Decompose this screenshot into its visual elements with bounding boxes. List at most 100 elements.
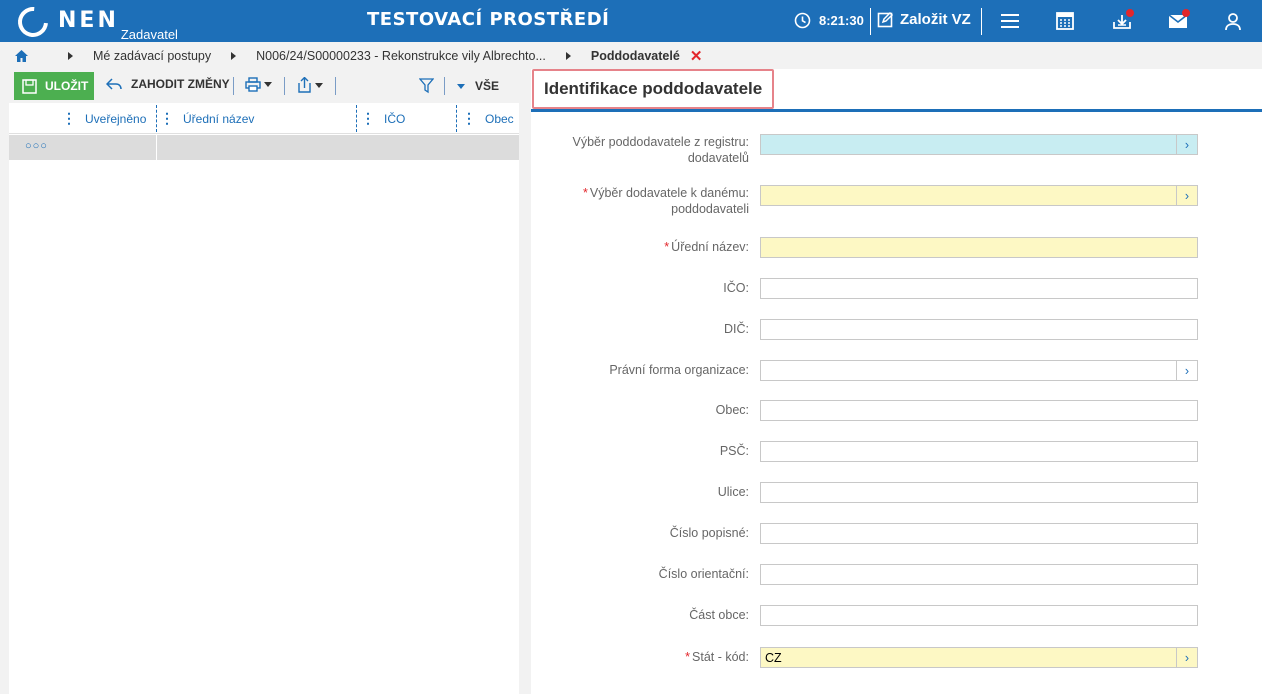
clock-icon xyxy=(794,12,811,29)
municipality-input[interactable] xyxy=(760,400,1198,421)
column-label: IČO xyxy=(384,111,406,126)
field-label: Ulice: xyxy=(717,485,749,499)
column-menu-icon[interactable]: ⋮ xyxy=(62,110,76,127)
section-underline xyxy=(531,109,1262,112)
field-label: Část obce: xyxy=(689,608,749,622)
nen-logo[interactable]: NEN Zadavatel xyxy=(11,0,178,44)
column-header-published[interactable]: ⋮ Uveřejněno xyxy=(62,103,146,134)
column-divider[interactable] xyxy=(356,105,357,132)
header-divider xyxy=(870,8,871,35)
street-input[interactable] xyxy=(760,482,1198,503)
breadcrumb-item[interactable]: N006/24/S00000233 - Rekonstrukce vily Al… xyxy=(256,49,546,63)
logo-ring-icon xyxy=(11,0,55,44)
environment-title: TESTOVACÍ PROSTŘEDÍ xyxy=(367,9,610,30)
column-menu-icon[interactable]: ⋮ xyxy=(361,110,375,127)
grid-filter-row[interactable]: ○○○ xyxy=(9,135,519,160)
save-button[interactable]: ULOŽIT xyxy=(14,72,94,100)
column-header-municipality[interactable]: ⋮ Obec xyxy=(462,103,514,134)
subcontractor-list-panel: ULOŽIT ZAHODIT ZMĚNY VŠE ⋮ Uveřejněno ⋮ … xyxy=(9,69,519,694)
toolbar-divider xyxy=(335,77,336,95)
column-header-ico[interactable]: ⋮ IČO xyxy=(361,103,405,134)
field-label: * Výběr dodavatele k danému: poddodavatel… xyxy=(582,186,749,216)
filter-icon[interactable] xyxy=(419,78,434,94)
house-number-input[interactable] xyxy=(760,523,1198,544)
close-tab-icon[interactable]: ✕ xyxy=(690,47,703,65)
menu-icon[interactable] xyxy=(999,11,1021,31)
field-label: Právní forma organizace: xyxy=(609,363,749,377)
orientation-number-input[interactable] xyxy=(760,564,1198,585)
chevron-down-icon xyxy=(264,82,272,87)
toolbar-divider xyxy=(444,77,445,95)
breadcrumb-separator-icon xyxy=(231,51,237,60)
column-divider xyxy=(156,135,157,160)
discard-changes-button[interactable]: ZAHODIT ZMĚNY xyxy=(106,77,230,91)
column-header-official-name[interactable]: ⋮ Úřední název xyxy=(160,103,254,134)
column-divider[interactable] xyxy=(156,105,157,132)
column-divider[interactable] xyxy=(456,105,457,132)
required-marker: * xyxy=(685,650,691,664)
filter-scope-label: VŠE xyxy=(475,79,500,93)
home-icon[interactable] xyxy=(15,49,28,62)
messages-button[interactable] xyxy=(1167,9,1190,31)
column-menu-icon[interactable]: ⋮ xyxy=(160,110,174,127)
filter-scope-dropdown[interactable]: VŠE xyxy=(457,79,499,93)
breadcrumb-item[interactable]: Mé zadávací postupy xyxy=(93,49,211,63)
save-label: ULOŽIT xyxy=(45,79,89,93)
chevron-down-icon xyxy=(457,83,465,89)
print-menu-button[interactable] xyxy=(245,77,272,92)
dic-input[interactable] xyxy=(760,319,1198,340)
breadcrumb-separator-icon xyxy=(68,51,73,60)
chevron-right-icon[interactable]: › xyxy=(1176,361,1197,380)
official-name-input[interactable] xyxy=(760,237,1198,258)
user-icon[interactable] xyxy=(1222,11,1244,31)
notification-dot xyxy=(1182,9,1190,17)
supplier-picker[interactable]: › xyxy=(760,185,1198,206)
breadcrumb-current: Poddodavatelé xyxy=(590,48,680,63)
field-label: Obec: xyxy=(715,403,749,417)
column-menu-icon[interactable]: ⋮ xyxy=(462,110,476,127)
country-code-picker[interactable]: CZ › xyxy=(760,647,1198,668)
field-label: * Úřední název: xyxy=(664,240,749,254)
inbox-button[interactable] xyxy=(1111,9,1134,31)
ico-input[interactable] xyxy=(760,278,1198,299)
column-label: Uveřejněno xyxy=(85,111,147,126)
clock-time: 8:21:30 xyxy=(819,13,864,28)
new-vz-label: Založit VZ xyxy=(900,11,971,28)
calculator-icon[interactable] xyxy=(1054,11,1076,31)
field-label: * Stát - kód: xyxy=(685,650,749,664)
notification-dot xyxy=(1126,9,1134,17)
logo-subtitle: Zadavatel xyxy=(120,27,178,42)
field-label: PSČ: xyxy=(719,444,749,458)
header-divider xyxy=(981,8,982,35)
registry-supplier-picker[interactable]: › xyxy=(760,134,1198,155)
toolbar-divider xyxy=(233,77,234,95)
floppy-icon xyxy=(22,78,37,94)
field-label: Číslo orientační: xyxy=(658,567,749,581)
new-vz-button[interactable]: Založit VZ xyxy=(877,11,971,28)
district-input[interactable] xyxy=(760,605,1198,626)
chevron-right-icon[interactable]: › xyxy=(1176,135,1197,154)
postcode-input[interactable] xyxy=(760,441,1198,462)
column-label: Úřední název xyxy=(183,111,255,126)
field-label: IČO: xyxy=(723,281,749,295)
print-icon xyxy=(245,77,261,92)
chevron-right-icon[interactable]: › xyxy=(1176,186,1197,205)
field-label: DIČ: xyxy=(724,322,749,336)
breadcrumb-separator-icon xyxy=(565,51,571,60)
chevron-down-icon xyxy=(315,82,323,88)
required-marker: * xyxy=(582,186,588,200)
edit-icon xyxy=(877,11,894,28)
required-marker: * xyxy=(664,240,670,254)
discard-label: ZAHODIT ZMĚNY xyxy=(131,77,230,91)
export-menu-button[interactable] xyxy=(297,77,323,93)
export-icon xyxy=(298,77,311,93)
toolbar-divider xyxy=(284,77,285,95)
chevron-right-icon[interactable]: › xyxy=(1176,648,1197,667)
logo-text: NEN xyxy=(58,8,119,33)
breadcrumb: Mé zadávací postupy N006/24/S00000233 - … xyxy=(0,42,1262,69)
filter-row-placeholder: ○○○ xyxy=(25,140,48,152)
legal-form-picker[interactable]: › xyxy=(760,360,1198,381)
undo-icon xyxy=(106,78,122,90)
field-label: Číslo popisné: xyxy=(669,526,749,540)
column-label: Obec xyxy=(485,111,514,126)
